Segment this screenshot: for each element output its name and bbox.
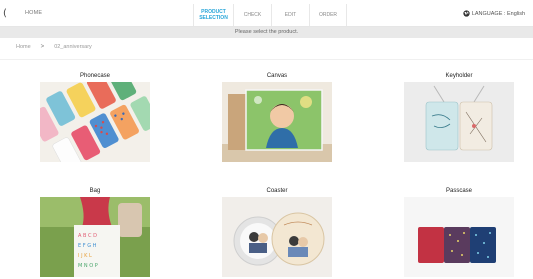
product-title: Canvas [266, 73, 288, 79]
product-title: Coaster [266, 188, 288, 194]
breadcrumb-home[interactable]: Home [16, 44, 31, 50]
product-image-coaster[interactable] [222, 197, 332, 277]
product-image-canvas[interactable] [222, 82, 332, 162]
home-link[interactable]: HOME [25, 10, 42, 16]
tab-edit[interactable]: EDIT [271, 4, 309, 26]
product-card-canvas[interactable]: Canvas [222, 72, 332, 162]
tab-product-selection[interactable]: PRODUCT SELECTION [193, 4, 233, 26]
notice-bar: Please select the product. [0, 27, 533, 38]
product-card-bag[interactable]: Bag A B C D E F G H I J K L M N O P [40, 187, 150, 277]
globe-icon [463, 10, 470, 17]
product-card-phonecase[interactable]: Phonecase [40, 72, 150, 162]
svg-text:E F G H: E F G H [78, 243, 97, 249]
divider [0, 59, 533, 60]
tab-check[interactable]: CHECK [233, 4, 271, 26]
product-image-keyholder[interactable] [404, 82, 514, 162]
product-title: Phonecase [79, 73, 111, 79]
product-card-passcase[interactable]: Passcase [404, 187, 514, 277]
product-image-bag[interactable]: A B C D E F G H I J K L M N O P [40, 197, 150, 277]
svg-text:M N O P: M N O P [78, 263, 98, 269]
breadcrumb-separator: > [40, 44, 45, 50]
language-label: LANGUAGE : English [471, 10, 525, 17]
product-image-phonecase[interactable] [40, 82, 150, 162]
tab-order[interactable]: ORDER [309, 4, 347, 26]
product-card-keyholder[interactable]: Keyholder [404, 72, 514, 162]
back-icon[interactable]: ( [3, 8, 7, 19]
language-selector[interactable]: LANGUAGE : English [463, 10, 525, 17]
breadcrumb: Home > 02_anniversary [16, 44, 92, 50]
breadcrumb-current: 02_anniversary [54, 44, 92, 50]
product-image-passcase[interactable] [404, 197, 514, 277]
step-tabs: PRODUCT SELECTION CHECK EDIT ORDER [193, 4, 347, 26]
top-navigation: ( HOME PRODUCT SELECTION CHECK EDIT ORDE… [0, 0, 533, 27]
product-title: Passcase [445, 188, 472, 194]
svg-text:I J K L: I J K L [78, 253, 92, 259]
svg-text:A B C D: A B C D [78, 233, 97, 239]
product-title: Bag [89, 188, 101, 194]
product-title: Keyholder [445, 73, 473, 79]
product-card-coaster[interactable]: Coaster [222, 187, 332, 277]
